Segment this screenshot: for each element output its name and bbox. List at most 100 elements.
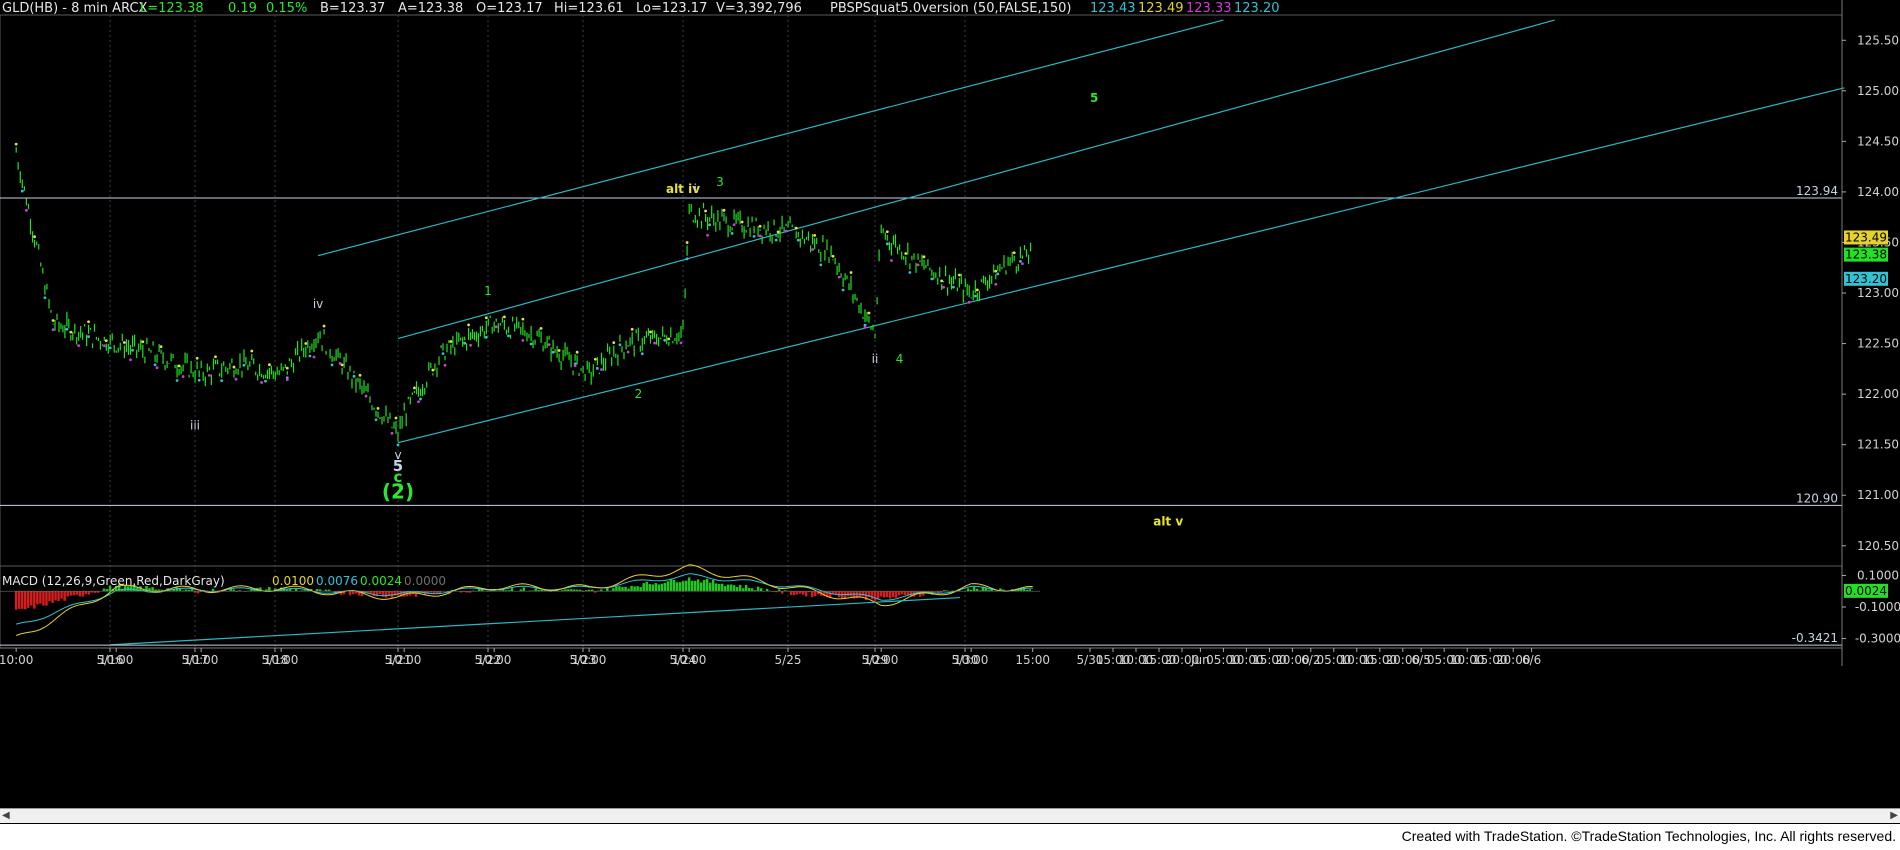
- study-dot: [443, 363, 447, 367]
- chart-canvas[interactable]: 125.50125.00124.50124.00123.50123.00122.…: [0, 0, 1900, 808]
- study-dot: [630, 327, 634, 331]
- price-tick-label: 125.50: [1857, 33, 1899, 47]
- study-dot: [996, 272, 1000, 276]
- study-dot: [153, 363, 157, 367]
- study-dot: [819, 263, 823, 267]
- study-dot: [340, 363, 344, 367]
- study-dot: [1012, 251, 1016, 255]
- study-dot: [51, 328, 55, 332]
- study-dot: [973, 294, 977, 298]
- time-tick-label: 6/6: [1522, 653, 1541, 667]
- study-dot: [469, 343, 472, 347]
- wave-label: alt v: [1153, 515, 1183, 529]
- wave-label: 3: [716, 175, 724, 189]
- study-dot: [653, 341, 656, 345]
- price-tick-label: 122.50: [1857, 337, 1899, 351]
- study-dot: [242, 363, 246, 367]
- study-dot: [322, 324, 326, 328]
- study-dot: [131, 348, 134, 352]
- header-field: 0.15%: [266, 1, 307, 16]
- study-dot: [14, 142, 18, 146]
- study-dot: [260, 381, 263, 384]
- study-dot: [626, 350, 630, 354]
- macd-header-value: 0.0100: [272, 574, 314, 588]
- study-dot: [521, 338, 525, 342]
- price-tick-label: 123.00: [1857, 286, 1899, 300]
- time-tick-label: 10:00: [954, 653, 989, 667]
- study-dot: [547, 343, 551, 347]
- study-dot: [863, 325, 867, 329]
- study-dot: [413, 386, 416, 390]
- study-dot: [467, 323, 470, 327]
- study-dot: [573, 364, 577, 368]
- study-dot: [390, 431, 394, 435]
- price-tag-label: 123.20: [1845, 272, 1887, 286]
- study-dot: [396, 443, 400, 447]
- study-dot: [65, 327, 69, 331]
- study-dot: [776, 230, 780, 234]
- study-dot: [784, 229, 788, 233]
- header-field: Lo=123.17: [636, 1, 707, 16]
- study-dot: [575, 350, 579, 354]
- study-dot: [722, 208, 726, 212]
- study-dot: [940, 279, 944, 283]
- tradestation-chart[interactable]: 125.50125.00124.50124.00123.50123.00122.…: [0, 0, 1900, 850]
- time-tick-label: 5/25: [775, 653, 802, 667]
- study-dot: [122, 341, 126, 344]
- study-dot: [708, 223, 712, 227]
- study-dot: [758, 224, 762, 228]
- header-field: PBSPSquat5.0version (50,FALSE,150): [830, 1, 1072, 16]
- study-dot: [593, 357, 597, 361]
- study-dot: [595, 366, 599, 370]
- study-dot: [20, 189, 24, 193]
- price-panel: [0, 14, 1845, 648]
- study-dot: [685, 257, 689, 261]
- scroll-right-icon[interactable]: ▶: [1888, 810, 1898, 822]
- macd-level-label: -0.3421: [1792, 631, 1838, 645]
- chart-scrollbar[interactable]: ◀ ▶: [0, 808, 1900, 823]
- price-tick-label: 120.50: [1857, 539, 1899, 553]
- study-dot: [175, 379, 179, 382]
- price-tick-label: 124.50: [1857, 134, 1899, 148]
- study-dot: [640, 352, 644, 356]
- study-dot: [774, 238, 778, 242]
- study-dot: [312, 355, 316, 359]
- header-field: Hi=123.61: [554, 1, 624, 16]
- wave-label: i: [694, 182, 697, 196]
- wave-label: ii: [872, 352, 879, 366]
- study-dot: [849, 271, 853, 274]
- header-study-value: 123.20: [1234, 1, 1280, 16]
- study-dot: [394, 416, 398, 420]
- time-tick-label: 10:00: [477, 653, 512, 667]
- study-dot: [529, 342, 533, 346]
- study-dot: [358, 373, 362, 377]
- study-dot: [69, 330, 73, 334]
- study-dot: [975, 288, 979, 292]
- study-dot: [352, 374, 356, 378]
- study-dot: [679, 341, 683, 345]
- price-tick-label: 121.00: [1857, 488, 1899, 502]
- header-study-value: 123.43: [1090, 1, 1136, 16]
- study-dot: [1021, 262, 1024, 266]
- study-dot: [308, 354, 312, 358]
- study-dot: [890, 259, 893, 262]
- study-dot: [922, 255, 926, 259]
- study-dot: [33, 235, 37, 239]
- study-dot: [942, 285, 946, 289]
- macd-tick-label: -0.1000: [1855, 600, 1900, 614]
- time-tick-label: 10:00: [387, 653, 422, 667]
- study-dot: [463, 341, 467, 345]
- footer: Created with TradeStation. ©TradeStation…: [0, 824, 1900, 850]
- study-dot: [77, 344, 81, 348]
- study-dot: [177, 364, 181, 368]
- study-dot: [667, 337, 671, 341]
- price-tag-label: 123.49: [1845, 230, 1887, 244]
- study-dot: [841, 288, 845, 292]
- study-dot: [108, 346, 112, 350]
- study-dot: [268, 363, 271, 367]
- study-dot: [234, 377, 238, 381]
- study-dot: [285, 378, 289, 382]
- scroll-left-icon[interactable]: ◀: [2, 810, 12, 822]
- study-dot: [419, 397, 422, 401]
- study-dot: [214, 355, 217, 359]
